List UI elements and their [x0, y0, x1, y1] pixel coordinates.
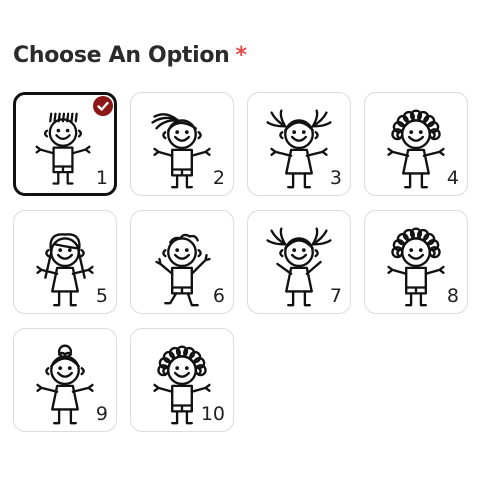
option-tile-2[interactable]: 2 — [130, 92, 234, 196]
option-number: 1 — [95, 167, 108, 189]
option-number: 3 — [329, 167, 342, 189]
option-number: 6 — [212, 285, 225, 307]
option-tile-3[interactable]: 3 — [247, 92, 351, 196]
check-icon — [93, 96, 113, 116]
option-tile-5[interactable]: 5 — [13, 210, 117, 314]
option-tile-8[interactable]: 8 — [364, 210, 468, 314]
option-number: 8 — [446, 285, 459, 307]
option-tile-7[interactable]: 7 — [247, 210, 351, 314]
option-tile-4[interactable]: 4 — [364, 92, 468, 196]
option-number: 5 — [95, 285, 108, 307]
option-number: 7 — [329, 285, 342, 307]
option-tile-9[interactable]: 9 — [13, 328, 117, 432]
option-number: 9 — [95, 403, 108, 425]
option-tile-10[interactable]: 10 — [130, 328, 234, 432]
option-grid: 1 2 3 4 5 6 7 8 9 10 — [0, 0, 488, 488]
option-number: 4 — [446, 167, 459, 189]
option-tile-1[interactable]: 1 — [13, 92, 117, 196]
option-number: 10 — [200, 403, 225, 425]
option-tile-6[interactable]: 6 — [130, 210, 234, 314]
option-number: 2 — [212, 167, 225, 189]
